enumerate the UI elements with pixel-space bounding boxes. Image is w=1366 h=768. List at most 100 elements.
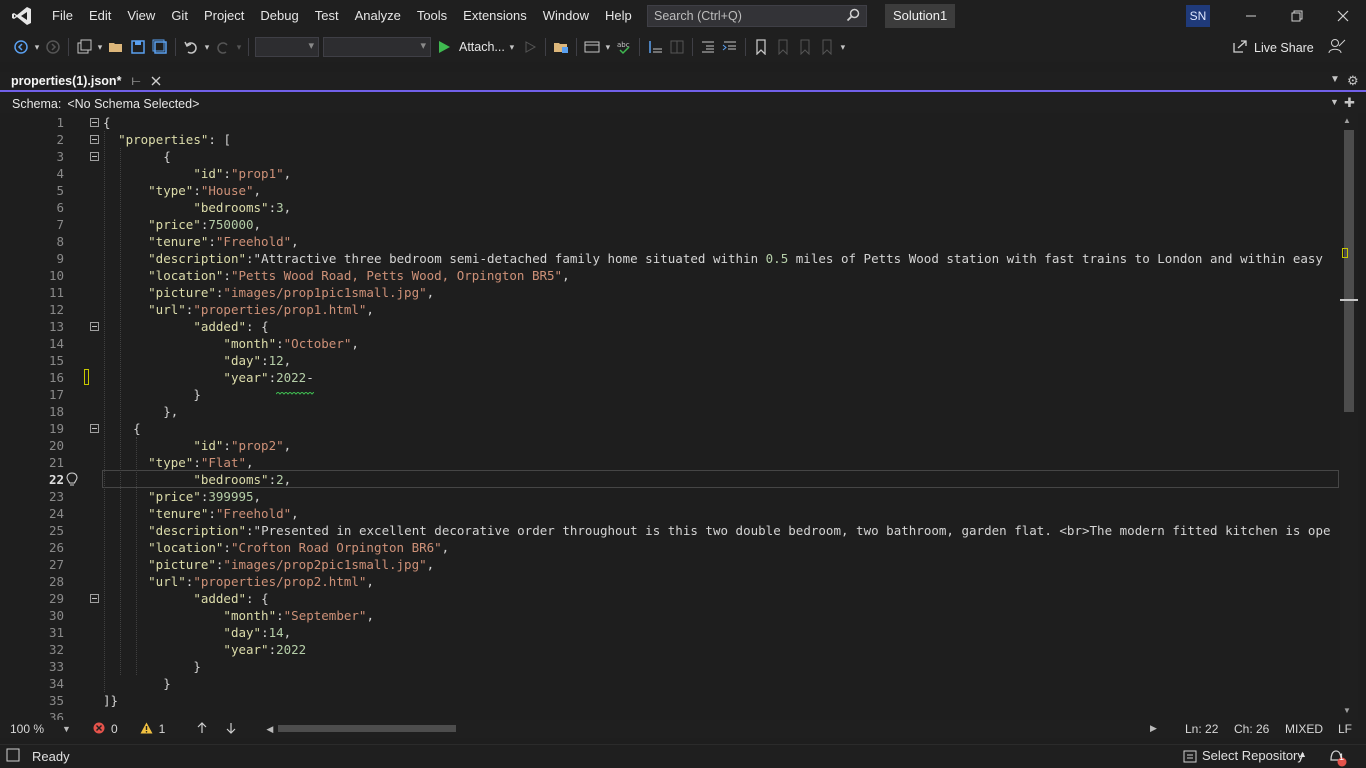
chevron-down-icon[interactable]: ▾ xyxy=(603,36,613,58)
code-line[interactable]: 7 "price":750000, xyxy=(0,216,1340,233)
menu-help[interactable]: Help xyxy=(597,0,640,32)
select-repository-button[interactable]: Select Repository xyxy=(1202,748,1304,763)
bookmark-icon[interactable] xyxy=(750,36,772,58)
layout-window-icon[interactable] xyxy=(581,36,603,58)
menu-analyze[interactable]: Analyze xyxy=(347,0,409,32)
code-line[interactable]: 20 "id":"prop2", xyxy=(0,437,1340,454)
menu-tools[interactable]: Tools xyxy=(409,0,455,32)
save-all-icon[interactable] xyxy=(149,36,171,58)
chevron-down-icon[interactable]: ▼ xyxy=(1330,97,1339,107)
code-line[interactable]: 36 xyxy=(0,709,1340,720)
line-endings-mixed[interactable]: MIXED xyxy=(1285,722,1323,736)
warning-count[interactable]: 1 xyxy=(140,722,165,737)
code-line[interactable]: 19 { xyxy=(0,420,1340,437)
code-line[interactable]: 34 } xyxy=(0,675,1340,692)
code-line[interactable]: 22 "bedrooms":2, xyxy=(0,471,1340,488)
code-line[interactable]: 23 "price":399995, xyxy=(0,488,1340,505)
output-window-icon[interactable] xyxy=(6,748,20,765)
fold-toggle-icon[interactable] xyxy=(90,594,99,603)
code-line[interactable]: 14 "month":"October", xyxy=(0,335,1340,352)
code-line[interactable]: 27 "picture":"images/prop2pic1small.jpg"… xyxy=(0,556,1340,573)
code-line[interactable]: 30 "month":"September", xyxy=(0,607,1340,624)
code-line[interactable]: 5 "type":"House", xyxy=(0,182,1340,199)
code-line[interactable]: 25 "description":"Presented in excellent… xyxy=(0,522,1340,539)
code-line[interactable]: 2 "properties": [ xyxy=(0,131,1340,148)
fold-toggle-icon[interactable] xyxy=(90,322,99,331)
cursor-column[interactable]: Ch: 26 xyxy=(1234,722,1269,736)
code-line[interactable]: 13 "added": { xyxy=(0,318,1340,335)
vertical-scrollbar-thumb[interactable] xyxy=(1344,130,1354,412)
code-line[interactable]: 17 } xyxy=(0,386,1340,403)
arrow-up-icon[interactable] xyxy=(197,721,207,737)
chevron-up-icon[interactable]: ▲ xyxy=(1298,749,1307,759)
code-line[interactable]: 15 "day":12, xyxy=(0,352,1340,369)
code-line[interactable]: 8 "tenure":"Freehold", xyxy=(0,233,1340,250)
fold-toggle-icon[interactable] xyxy=(90,424,99,433)
feedback-icon[interactable] xyxy=(1328,37,1346,58)
menu-project[interactable]: Project xyxy=(196,0,252,32)
configuration-dropdown[interactable] xyxy=(255,37,319,57)
fold-toggle-icon[interactable] xyxy=(90,118,99,127)
fold-toggle-icon[interactable] xyxy=(90,152,99,161)
code-line[interactable]: 11 "picture":"images/prop1pic1small.jpg"… xyxy=(0,284,1340,301)
code-line[interactable]: 33 } xyxy=(0,658,1340,675)
code-line[interactable]: 9 "description":"Attractive three bedroo… xyxy=(0,250,1340,267)
chevron-down-icon[interactable]: ▾ xyxy=(95,36,105,58)
code-line[interactable]: 12 "url":"properties/prop1.html", xyxy=(0,301,1340,318)
platform-dropdown[interactable] xyxy=(323,37,431,57)
avatar[interactable]: SN xyxy=(1186,5,1210,27)
close-tab-icon[interactable] xyxy=(151,74,161,89)
code-line[interactable]: 3 { xyxy=(0,148,1340,165)
menu-view[interactable]: View xyxy=(119,0,163,32)
outdent-icon[interactable] xyxy=(697,36,719,58)
zoom-level[interactable]: 100 % xyxy=(10,722,44,736)
code-line[interactable]: 1{ xyxy=(0,114,1340,131)
menu-debug[interactable]: Debug xyxy=(252,0,306,32)
scroll-down-icon[interactable]: ▼ xyxy=(1343,706,1351,715)
code-line[interactable]: 35]} xyxy=(0,692,1340,709)
fold-toggle-icon[interactable] xyxy=(90,135,99,144)
solution-explorer-folder-icon[interactable] xyxy=(550,36,572,58)
menu-test[interactable]: Test xyxy=(307,0,347,32)
scroll-up-icon[interactable]: ▲ xyxy=(1343,116,1351,125)
close-window-icon[interactable] xyxy=(1320,0,1366,32)
spell-check-icon[interactable]: abc xyxy=(613,36,635,58)
horizontal-scrollbar-thumb[interactable] xyxy=(278,725,456,732)
minimize-icon[interactable] xyxy=(1228,0,1274,32)
code-line[interactable]: 24 "tenure":"Freehold", xyxy=(0,505,1340,522)
code-line[interactable]: 16 "year":2022- xyxy=(0,369,1340,386)
scroll-left-icon[interactable]: ◀ xyxy=(266,724,273,735)
code-line[interactable]: 31 "day":14, xyxy=(0,624,1340,641)
code-line[interactable]: 28 "url":"properties/prop2.html", xyxy=(0,573,1340,590)
code-line[interactable]: 21 "type":"Flat", xyxy=(0,454,1340,471)
arrow-down-icon[interactable] xyxy=(226,722,236,737)
schema-selector[interactable]: <No Schema Selected> xyxy=(67,97,199,111)
cursor-line[interactable]: Ln: 22 xyxy=(1185,722,1218,736)
save-icon[interactable] xyxy=(127,36,149,58)
eol-indicator[interactable]: LF xyxy=(1338,722,1352,736)
undo-icon[interactable] xyxy=(180,36,202,58)
chevron-down-icon[interactable]: ▾ xyxy=(505,36,519,58)
solution-name[interactable]: Solution1 xyxy=(885,4,956,28)
attach-button[interactable]: Attach... xyxy=(459,40,505,54)
navigate-back-icon[interactable] xyxy=(10,36,32,58)
code-line[interactable]: 4 "id":"prop1", xyxy=(0,165,1340,182)
step-cursor-icon[interactable] xyxy=(644,36,666,58)
chevron-down-icon[interactable]: ▾ xyxy=(32,36,42,58)
pin-icon[interactable]: ⊢ xyxy=(131,75,141,88)
toolbar-overflow-icon[interactable]: ▾ xyxy=(838,36,848,58)
quick-actions-lightbulb-icon[interactable] xyxy=(66,472,78,490)
scroll-right-icon[interactable]: ▶ xyxy=(1150,723,1157,734)
indent-icon[interactable] xyxy=(719,36,741,58)
tab-list-dropdown-icon[interactable]: ▼ xyxy=(1330,74,1340,85)
tab-properties-json[interactable]: properties(1).json* ⊢ xyxy=(7,72,161,92)
menu-edit[interactable]: Edit xyxy=(81,0,119,32)
code-editor[interactable]: 1{2 "properties": [3 {4 "id":"prop1", 5 "… xyxy=(0,113,1366,720)
menu-extensions[interactable]: Extensions xyxy=(455,0,535,32)
open-folder-icon[interactable] xyxy=(105,36,127,58)
code-line[interactable]: 29 "added": { xyxy=(0,590,1340,607)
settings-gear-icon[interactable]: ⚙ xyxy=(1347,73,1359,89)
visual-studio-logo-icon[interactable] xyxy=(0,0,44,32)
code-line[interactable]: 26 "location":"Crofton Road Orpington BR… xyxy=(0,539,1340,556)
search-box[interactable]: Search (Ctrl+Q) xyxy=(647,5,867,27)
